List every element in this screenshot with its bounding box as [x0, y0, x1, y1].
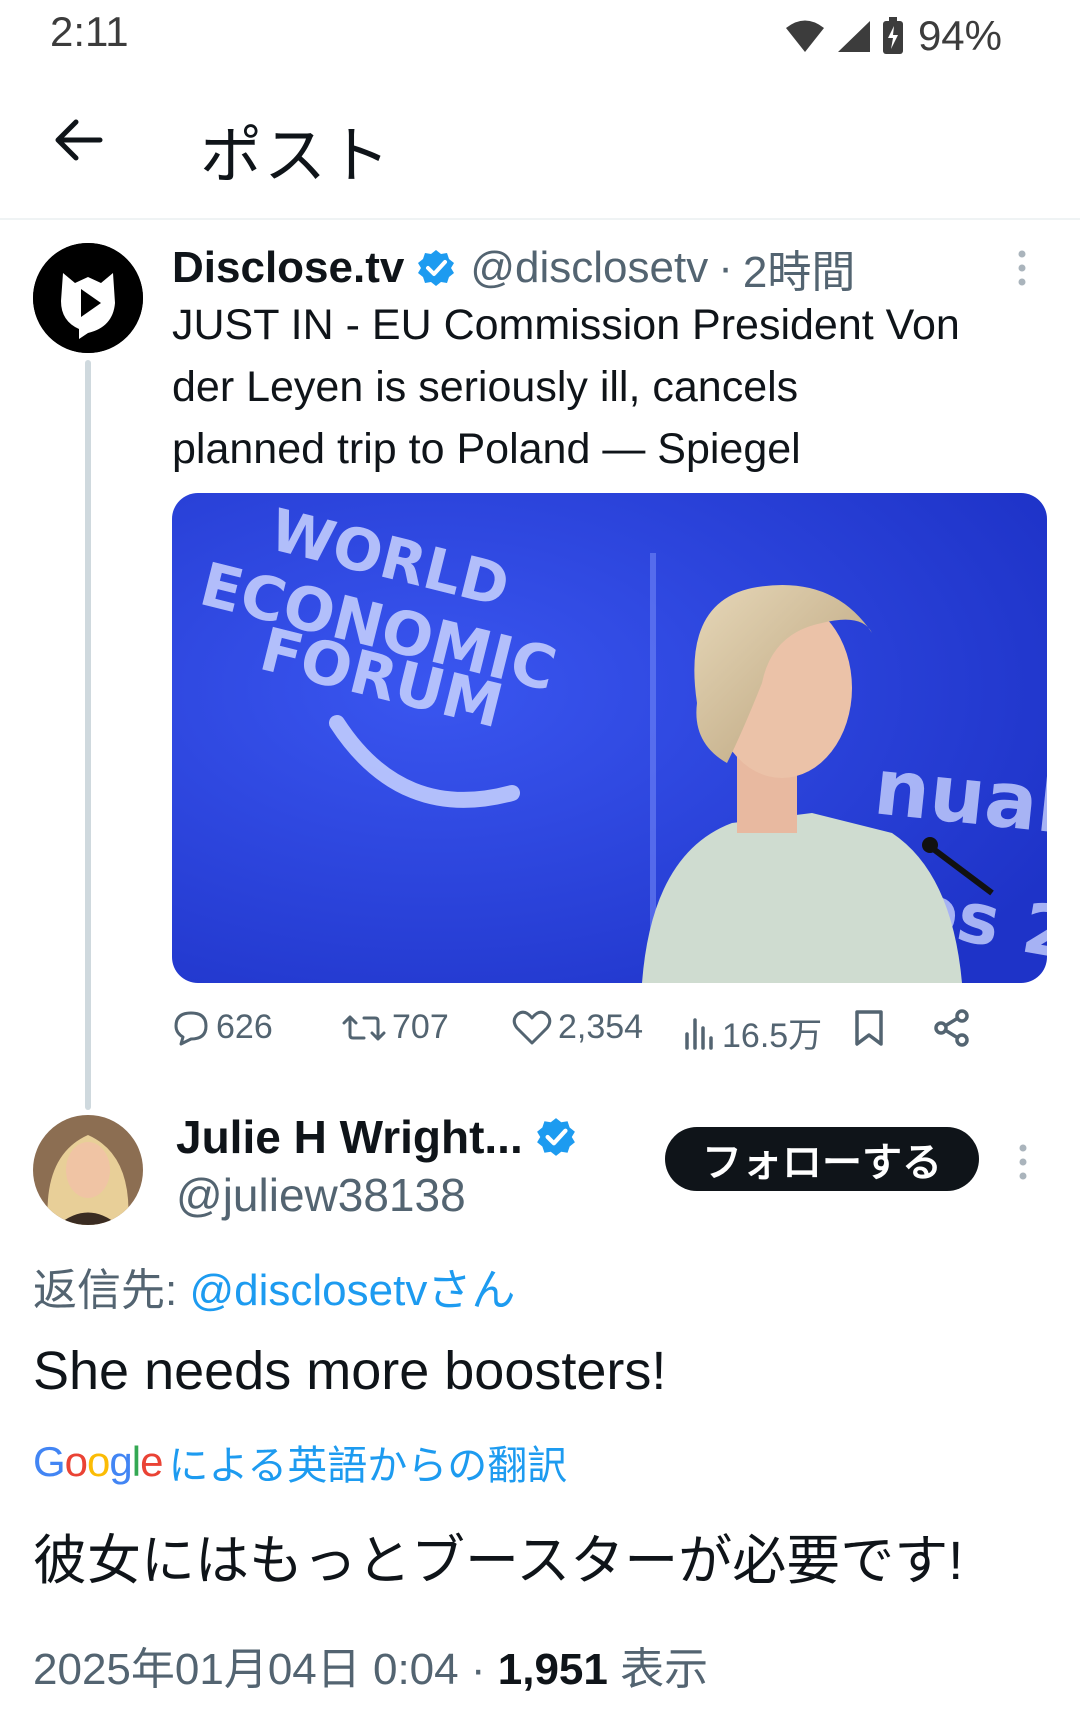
more-options-button[interactable] — [1012, 248, 1032, 288]
avatar-disclosetv[interactable] — [33, 243, 143, 353]
thread-line — [85, 360, 91, 1110]
reply-to-label: 返信先: — [33, 1266, 178, 1315]
post-time: 2時間 — [742, 248, 856, 297]
heart-icon — [512, 1010, 552, 1044]
share-icon — [934, 1009, 969, 1047]
timestamp-row: 2025年01月04日 0:04 · 1,951 表示 — [33, 1633, 708, 1697]
meta-separator: · — [718, 243, 733, 292]
verified-badge-icon — [418, 250, 455, 286]
google-logo-letter: e — [140, 1438, 163, 1485]
translation-link[interactable]: Google による英語からの翻訳 — [33, 1433, 567, 1491]
signal-icon — [837, 21, 870, 52]
share-button[interactable] — [932, 1008, 972, 1048]
tweet1-media-image[interactable]: WORLD ECONOMIC FORUM nual vos 2 — [172, 493, 1047, 983]
google-logo-letter: o — [64, 1438, 88, 1485]
back-button[interactable] — [50, 112, 106, 168]
arrow-left-icon — [55, 119, 103, 161]
follow-button[interactable]: フォローする — [665, 1127, 979, 1191]
reply-to-line: 返信先: @disclosetvさん — [33, 1254, 515, 1318]
views-label: 表示 — [620, 1645, 709, 1694]
view-count: 16.5万 — [722, 1017, 823, 1055]
media-photo: WORLD ECONOMIC FORUM nual vos 2 — [172, 493, 1047, 983]
views-button[interactable]: 16.5万 — [682, 1008, 822, 1057]
author-name[interactable]: Julie H Wright... — [176, 1110, 523, 1164]
reply-button[interactable]: 626 — [172, 1008, 273, 1047]
repost-count: 707 — [392, 1008, 449, 1046]
bookmark-button[interactable] — [852, 1008, 886, 1048]
tweet2-text: She needs more boosters! — [33, 1341, 667, 1401]
verified-badge-icon — [536, 1118, 575, 1156]
author-handle[interactable]: @juliew38138 — [176, 1168, 466, 1222]
translated-text: 彼女にはもっとブースターが必要です! — [33, 1531, 964, 1591]
comment-icon — [174, 1011, 208, 1045]
tweet1-text-line: der Leyen is seriously ill, cancels — [172, 363, 799, 411]
tweet2-author-row: Julie H Wright... — [176, 1110, 577, 1164]
tweet1-text-line: planned trip to Poland — Spiegel — [172, 425, 801, 473]
status-icons: 94% — [784, 12, 1002, 60]
page-title: ポスト — [200, 122, 393, 191]
battery-icon — [882, 17, 903, 54]
avatar-julie[interactable] — [33, 1115, 143, 1225]
wifi-icon — [785, 20, 824, 52]
avatar-photo — [33, 1115, 143, 1225]
google-logo-letter: o — [87, 1438, 110, 1485]
tweet1-author-row: Disclose.tv @disclosetv · 2時間 — [172, 236, 855, 300]
reply-to-mention-link[interactable]: @disclosetvさん — [189, 1266, 515, 1315]
bookmark-icon — [855, 1010, 883, 1046]
disclosetv-logo-icon — [33, 243, 143, 353]
reply-count: 626 — [216, 1008, 273, 1046]
author-handle[interactable]: @disclosetv — [470, 243, 708, 293]
translation-label: による英語からの翻訳 — [168, 1444, 568, 1488]
status-time: 2:11 — [50, 8, 129, 55]
battery-percent: 94% — [917, 12, 1002, 59]
author-name[interactable]: Disclose.tv — [172, 243, 404, 293]
header-divider — [0, 218, 1080, 220]
views-count: 1,951 — [497, 1645, 608, 1694]
more-vertical-icon — [1019, 1144, 1027, 1180]
tweet1-text: JUST IN - EU Commission President Von de… — [172, 294, 1052, 480]
google-logo-letter: G — [33, 1438, 66, 1485]
more-vertical-icon — [1018, 250, 1026, 286]
like-count: 2,354 — [558, 1008, 644, 1046]
tweet1-text-line: JUST IN - EU Commission President Von — [172, 301, 960, 349]
google-logo-letter: g — [109, 1438, 132, 1485]
more-options-button[interactable] — [1013, 1142, 1033, 1182]
google-logo: Google — [33, 1438, 163, 1486]
like-button[interactable]: 2,354 — [512, 1008, 643, 1047]
analytics-icon — [685, 1017, 713, 1050]
post-timestamp[interactable]: 2025年01月04日 0:04 — [33, 1645, 459, 1694]
meta-separator: · — [470, 1645, 486, 1694]
repost-button[interactable]: 707 — [342, 1008, 449, 1047]
google-logo-letter: l — [131, 1438, 141, 1485]
repost-icon — [342, 1015, 386, 1040]
tweet1-action-bar: 626 707 2,354 16.5万 — [172, 1008, 1032, 1064]
